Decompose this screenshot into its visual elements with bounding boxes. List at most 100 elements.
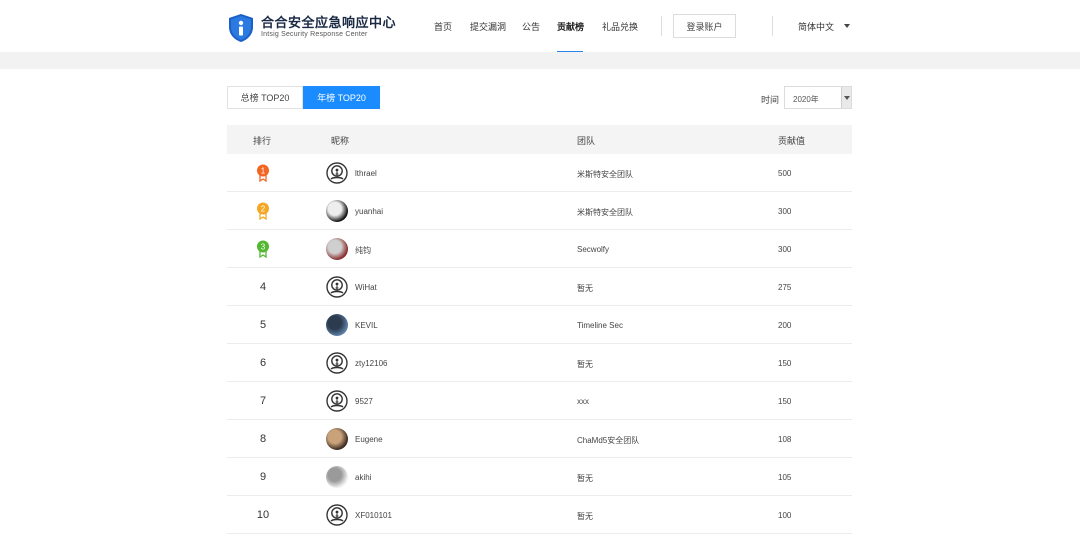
shield-logo-icon: [229, 14, 253, 42]
nav-item-leaderboard[interactable]: 贡献榜: [557, 20, 584, 33]
team-text: xxx: [577, 397, 589, 406]
medal-rank-number: 1: [261, 166, 266, 175]
table-row: 6 zty12106 暂无 150: [227, 344, 852, 382]
brand-logo[interactable]: 合合安全应急响应中心 Intsig Security Response Cent…: [227, 13, 396, 43]
tab-annual-top20[interactable]: 年榜 TOP20: [303, 86, 380, 109]
header-nickname: 昵称: [331, 136, 350, 146]
team-text: 暂无: [577, 474, 593, 483]
team-text: 暂无: [577, 284, 593, 293]
score-text: 275: [778, 283, 792, 292]
rank-number: 10: [256, 509, 270, 521]
nickname-text: Eugene: [355, 435, 383, 444]
table-row: 5 KEVIL Timeline Sec 200: [227, 306, 852, 344]
rank-cell: 9: [255, 458, 271, 496]
default-avatar-icon[interactable]: [326, 352, 348, 374]
year-select[interactable]: 2020年: [784, 86, 852, 109]
year-select-value: 2020年: [793, 95, 819, 104]
rank-cell: 2: [255, 192, 271, 230]
user-photo-avatar[interactable]: [326, 200, 348, 222]
tab-overall-top20[interactable]: 总榜 TOP20: [227, 86, 303, 109]
medal-rank-number: 3: [261, 242, 266, 251]
default-avatar-icon[interactable]: [326, 504, 348, 526]
nickname-text: XF010101: [355, 511, 392, 520]
table-row: 3 纯钧 Secwolfy 300: [227, 230, 852, 268]
score-text: 105: [778, 473, 792, 482]
score-text: 100: [778, 511, 792, 520]
table-body: 1 lthrael 米斯特安全团队 500 2 yuanhai 米斯特安全团队 300 3 纯钧 S…: [227, 154, 852, 534]
score-text: 300: [778, 245, 792, 254]
header-team: 团队: [577, 136, 596, 146]
rank-cell: 3: [255, 230, 271, 268]
default-avatar-icon[interactable]: [326, 390, 348, 412]
nickname-text: zty12106: [355, 359, 388, 368]
chevron-down-icon[interactable]: [844, 24, 850, 28]
team-text: 米斯特安全团队: [577, 170, 633, 179]
score-text: 300: [778, 207, 792, 216]
score-text: 150: [778, 397, 792, 406]
time-filter-label: 时间: [761, 95, 780, 105]
score-text: 108: [778, 435, 792, 444]
rank-number: 7: [259, 395, 267, 407]
nav-item-home[interactable]: 首页: [434, 20, 452, 33]
header-score: 贡献值: [778, 136, 806, 146]
brand-subtitle: Intsig Security Response Center: [261, 31, 368, 38]
medal-orange-icon: 2: [257, 202, 269, 220]
team-text: 暂无: [577, 512, 593, 521]
leaderboard-table: 排行 昵称 团队 贡献值 1 lthrael 米斯特安全团队 500 2 yuanhai 米…: [227, 125, 852, 534]
brand-title: 合合安全应急响应中心: [261, 15, 397, 30]
nickname-text: 9527: [355, 397, 373, 406]
table-row: 9 akihi 暂无 105: [227, 458, 852, 496]
table-row: 8 Eugene ChaMd5安全团队 108: [227, 420, 852, 458]
user-photo-avatar[interactable]: [326, 428, 348, 450]
table-header: 排行 昵称 团队 贡献值: [227, 125, 852, 154]
table-row: 1 lthrael 米斯特安全团队 500: [227, 154, 852, 192]
rank-cell: 7: [255, 382, 271, 420]
header-rank: 排行: [253, 136, 272, 146]
rank-cell: 4: [255, 268, 271, 306]
nickname-text: KEVIL: [355, 321, 378, 330]
table-row: 10 XF010101 暂无 100: [227, 496, 852, 534]
team-text: Secwolfy: [577, 245, 610, 254]
language-selector[interactable]: 简体中文: [798, 20, 834, 33]
score-text: 500: [778, 169, 792, 178]
nickname-text: yuanhai: [355, 207, 384, 216]
nav-item-announcements[interactable]: 公告: [522, 20, 540, 33]
medal-gold-icon: 1: [257, 164, 269, 182]
chevron-down-icon[interactable]: [841, 87, 851, 108]
rank-cell: 10: [255, 496, 271, 534]
rank-cell: 8: [255, 420, 271, 458]
table-row: 4 WiHat 暂无 275: [227, 268, 852, 306]
default-avatar-icon[interactable]: [326, 276, 348, 298]
user-photo-avatar[interactable]: [326, 314, 348, 336]
rank-number: 5: [259, 319, 267, 331]
team-text: 暂无: [577, 360, 593, 369]
default-avatar-icon[interactable]: [326, 162, 348, 184]
nickname-text: WiHat: [355, 283, 377, 292]
rank-cell: 6: [255, 344, 271, 382]
login-button[interactable]: 登录账户: [673, 14, 736, 38]
nickname-text: akihi: [355, 473, 372, 482]
rank-cell: 1: [255, 154, 271, 192]
medal-green-icon: 3: [257, 240, 269, 258]
score-text: 150: [778, 359, 792, 368]
rank-number: 8: [259, 433, 267, 445]
rank-number: 6: [259, 357, 267, 369]
nav-item-gift-exchange[interactable]: 礼品兑换: [602, 20, 638, 33]
team-text: Timeline Sec: [577, 321, 623, 330]
user-photo-avatar[interactable]: [326, 466, 348, 488]
nav-divider: [661, 16, 662, 36]
medal-rank-number: 2: [261, 204, 266, 213]
top-header: 合合安全应急响应中心 Intsig Security Response Cent…: [0, 0, 1080, 53]
team-text: 米斯特安全团队: [577, 208, 633, 217]
nickname-text: lthrael: [355, 169, 377, 178]
score-text: 200: [778, 321, 792, 330]
table-row: 2 yuanhai 米斯特安全团队 300: [227, 192, 852, 230]
rank-cell: 5: [255, 306, 271, 344]
header-band: [0, 52, 1080, 69]
user-photo-avatar[interactable]: [326, 238, 348, 260]
team-text: ChaMd5安全团队: [577, 436, 640, 445]
nav-item-submit-vuln[interactable]: 提交漏洞: [470, 20, 506, 33]
table-row: 7 9527 xxx 150: [227, 382, 852, 420]
nav-divider: [772, 16, 773, 36]
rank-number: 4: [259, 281, 267, 293]
